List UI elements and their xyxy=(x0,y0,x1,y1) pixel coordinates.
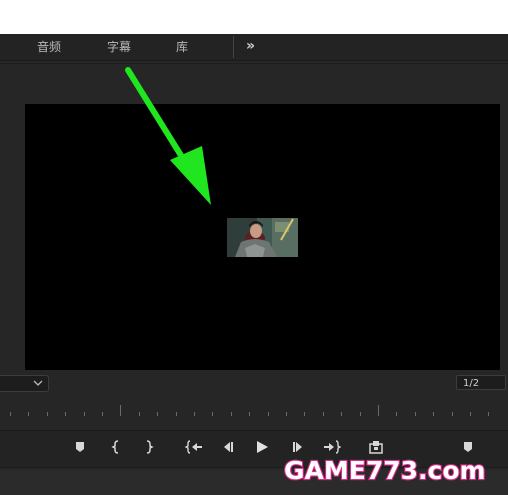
ruler-tick xyxy=(28,412,30,416)
video-frame-thumbnail xyxy=(227,218,298,257)
ruler-tick xyxy=(322,412,324,416)
ruler-tick xyxy=(157,412,159,416)
ruler-tick xyxy=(378,405,379,416)
top-whitespace xyxy=(0,0,508,34)
ruler-tick xyxy=(414,412,416,416)
panel-divider xyxy=(0,63,508,64)
tab-audio[interactable]: 音频 xyxy=(37,34,61,60)
overflow-chevron-icon[interactable]: » xyxy=(246,34,264,60)
ruler-tick xyxy=(304,412,306,416)
ruler-tick xyxy=(341,412,343,416)
ruler-tick xyxy=(451,412,453,416)
resolution-selector[interactable]: 1/2 xyxy=(456,375,506,390)
ruler-tick xyxy=(470,412,471,416)
tab-library[interactable]: 库 xyxy=(176,34,188,60)
ruler-tick xyxy=(175,412,177,416)
mark-in-icon[interactable] xyxy=(107,437,127,457)
ruler-tick xyxy=(396,412,398,416)
watermark-text: GAME773.com xyxy=(284,456,486,485)
ruler-tick xyxy=(46,412,48,416)
chevron-down-icon xyxy=(33,380,43,386)
ruler-tick xyxy=(102,412,103,416)
ruler-tick xyxy=(120,405,122,416)
step-back-icon[interactable] xyxy=(218,437,238,457)
ruler-tick xyxy=(286,412,287,416)
ruler-tick xyxy=(138,412,140,416)
time-ruler[interactable] xyxy=(0,400,508,420)
go-to-in-icon[interactable] xyxy=(184,437,204,457)
play-icon[interactable] xyxy=(252,437,272,457)
site-watermark: GAME773.com xyxy=(283,455,487,486)
ruler-tick xyxy=(83,412,85,416)
ruler-tick xyxy=(194,412,195,416)
ruler-tick xyxy=(359,412,361,416)
add-marker-icon[interactable] xyxy=(70,437,90,457)
panel-tab-bar: 音频 字幕 库 » xyxy=(0,34,508,61)
ruler-tick xyxy=(267,412,269,416)
tab-divider xyxy=(233,36,234,58)
zoom-level-dropdown[interactable] xyxy=(0,375,49,392)
ruler-tick xyxy=(212,412,214,416)
ruler-tick xyxy=(10,412,11,416)
ruler-tick xyxy=(488,412,490,416)
mark-out-icon[interactable] xyxy=(138,437,158,457)
ruler-tick xyxy=(249,412,251,416)
ruler-tick xyxy=(65,412,67,416)
ruler-tick xyxy=(433,412,435,416)
tab-captions[interactable]: 字幕 xyxy=(107,34,131,60)
ruler-tick xyxy=(230,412,232,416)
